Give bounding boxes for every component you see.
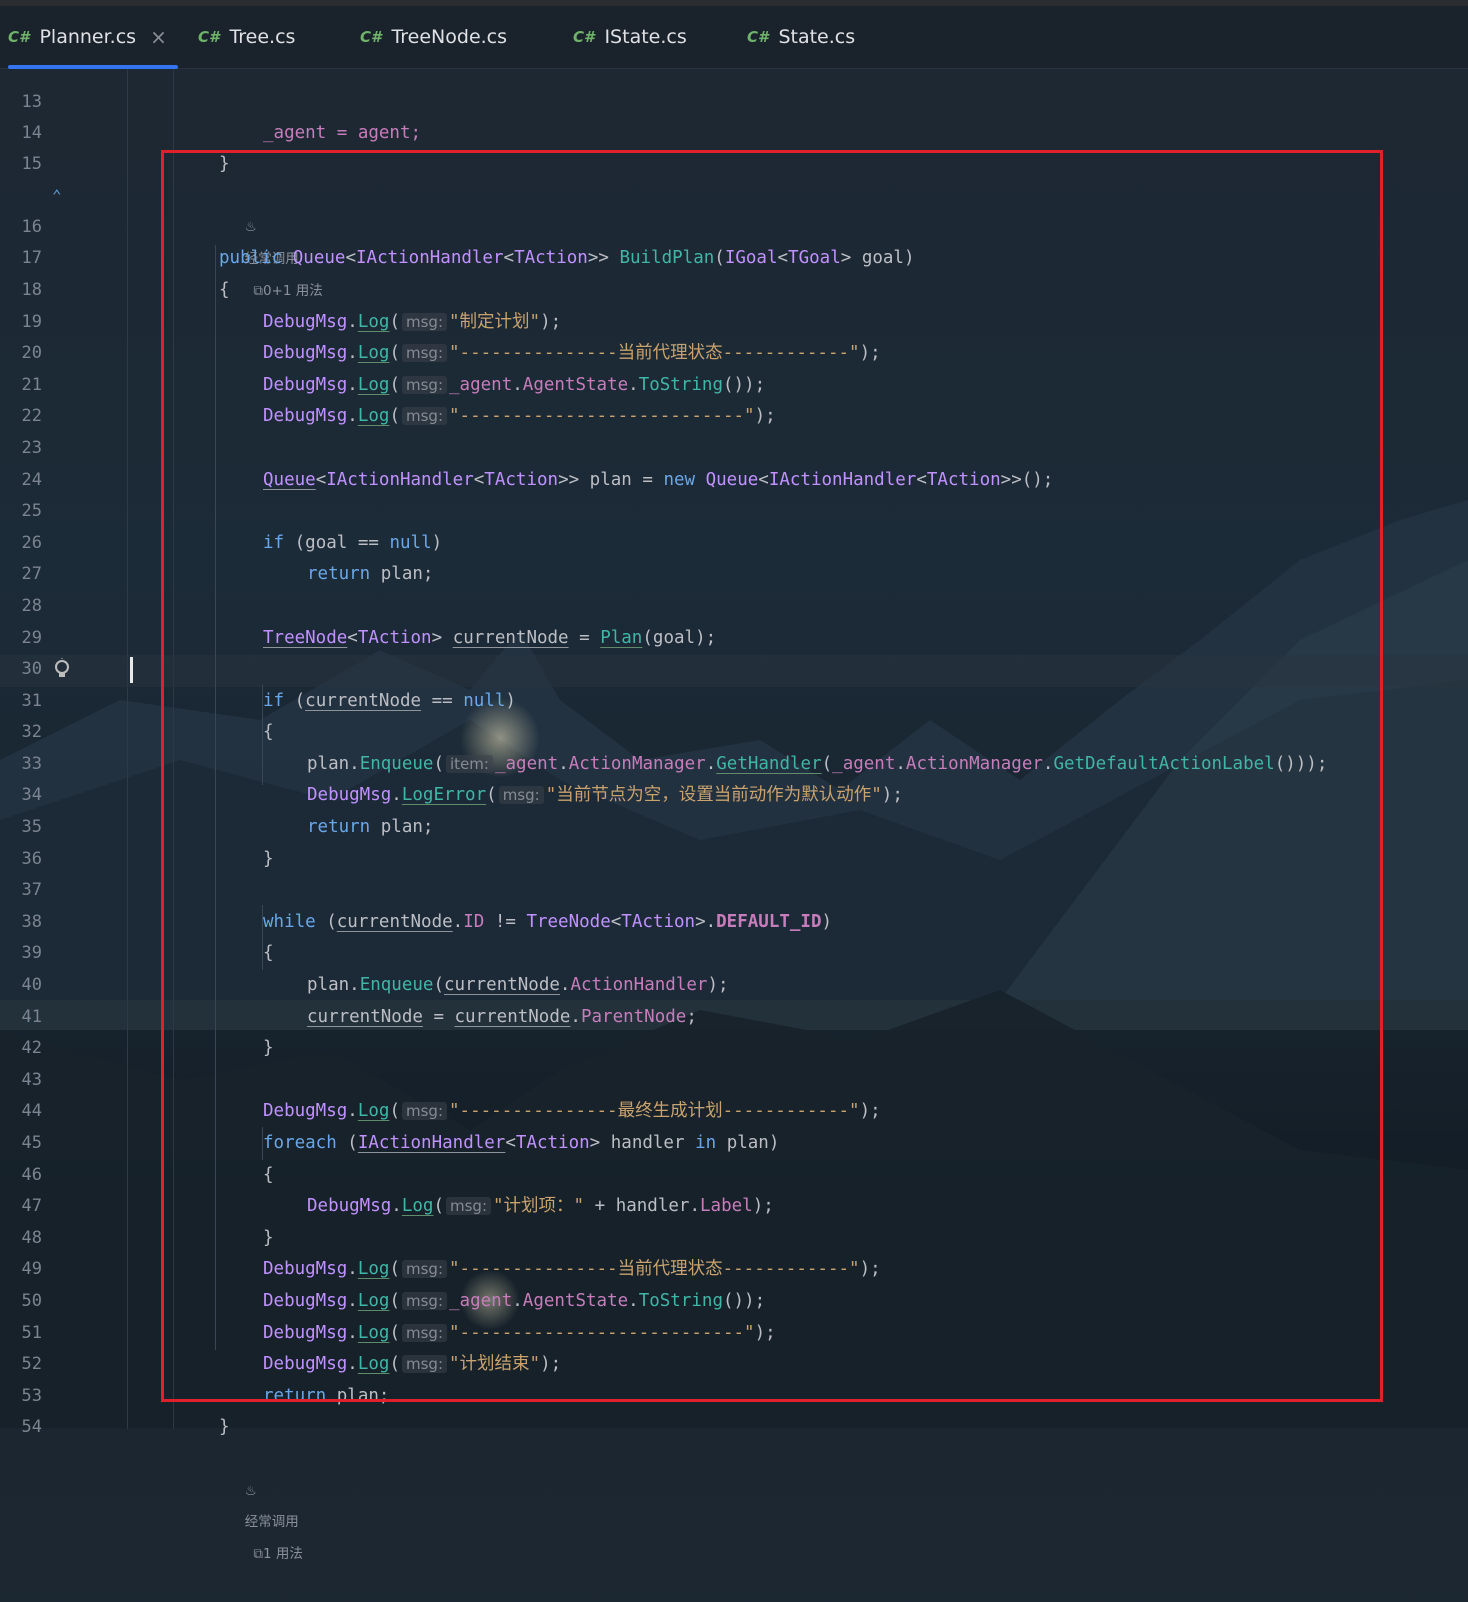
code-line: 23 Queue<IActionHandler<TAction>> plan =… bbox=[0, 401, 1468, 490]
code-line: 47 } bbox=[0, 1160, 1468, 1248]
csharp-file-icon: C# bbox=[198, 28, 220, 46]
code-vision-hint: ♨ 经常调用 ⧉0+1 用法 bbox=[0, 149, 1468, 298]
code-line: 31 { bbox=[0, 654, 1468, 743]
code-line: 33 DebugMsg.LogError(msg: "当前节点为空，设置当前动作为… bbox=[0, 717, 1468, 806]
code-line: 36 bbox=[0, 812, 1468, 869]
code-line: 52 return plan; bbox=[0, 1318, 1468, 1406]
code-line: 46 DebugMsg.Log(msg: "计划项：" + handler.Lab… bbox=[0, 1128, 1468, 1217]
code-line: 15 bbox=[0, 118, 1468, 174]
usages-icon: ⧉ bbox=[253, 1545, 263, 1562]
code-line: 25 if (goal == null) bbox=[0, 465, 1468, 553]
code-line: 17 { bbox=[0, 212, 1468, 300]
code-line: 54 bbox=[0, 1381, 1468, 1437]
code-line: 21 DebugMsg.Log(msg: "-------------------… bbox=[0, 338, 1468, 427]
tab-label: Planner.cs bbox=[39, 26, 137, 48]
code-line: 18 DebugMsg.Log(msg: "制定计划"); bbox=[0, 243, 1468, 332]
code-line: 40 currentNode = currentNode.ParentNode; bbox=[0, 938, 1468, 1027]
code-line: 29 bbox=[0, 591, 1468, 648]
code-line: 35 } bbox=[0, 780, 1468, 869]
code-line: 43 DebugMsg.Log(msg: "---------------最终生成… bbox=[0, 1033, 1468, 1122]
code-line: 19 DebugMsg.Log(msg: "---------------当前代理… bbox=[0, 275, 1468, 364]
code-line: 32 plan.Enqueue(item: _agent.ActionManage… bbox=[0, 686, 1468, 774]
csharp-file-icon: C# bbox=[360, 28, 382, 46]
csharp-file-icon: C# bbox=[747, 28, 769, 46]
code-line: 16 public Queue<IActionHandler<TAction>>… bbox=[0, 180, 1468, 269]
code-line: 20 DebugMsg.Log(msg: _agent.AgentState.To… bbox=[0, 307, 1468, 395]
code-line: 26 return plan; bbox=[0, 496, 1468, 585]
code-line: 38 { bbox=[0, 875, 1468, 964]
code-line: 22 bbox=[0, 370, 1468, 426]
code-line: 27 bbox=[0, 528, 1468, 584]
code-line: 41 } bbox=[0, 970, 1468, 1059]
tab-label: IState.cs bbox=[604, 26, 687, 48]
code-line: 14 } bbox=[0, 86, 1468, 175]
code-line: 44 foreach (IActionHandler<TAction> hand… bbox=[0, 1065, 1468, 1153]
code-line: 13 _agent = agent; bbox=[0, 55, 1468, 144]
frequent-calls-hint[interactable]: 经常调用 bbox=[245, 1514, 299, 1530]
flame-icon: ♨ bbox=[244, 1482, 257, 1499]
csharp-file-icon: C# bbox=[573, 28, 595, 46]
code-line: 37 while (currentNode.ID != TreeNode<TAc… bbox=[0, 844, 1468, 932]
code-line: 24 bbox=[0, 433, 1468, 490]
usages-hint[interactable]: 1 用法 bbox=[263, 1546, 303, 1562]
code-line: 28 TreeNode<TAction> currentNode = Plan(… bbox=[0, 559, 1468, 648]
code-editor[interactable]: 13 _agent = agent; 14 } 15 ♨ 经常调用 ⧉0+1 用… bbox=[0, 55, 1468, 1562]
tab-label: TreeNode.cs bbox=[391, 26, 508, 48]
code-line: 53 } bbox=[0, 1349, 1468, 1438]
code-line: 50 DebugMsg.Log(msg: "-------------------… bbox=[0, 1254, 1468, 1343]
close-icon[interactable]: × bbox=[150, 25, 167, 49]
code-line: 48 DebugMsg.Log(msg: "---------------当前代理… bbox=[0, 1191, 1468, 1280]
code-line: 51 DebugMsg.Log(msg: "计划结束"); bbox=[0, 1286, 1468, 1375]
code-line: 45 { bbox=[0, 1096, 1468, 1185]
csharp-file-icon: C# bbox=[8, 28, 30, 46]
code-line: 42 bbox=[0, 1002, 1468, 1058]
code-line: 39 plan.Enqueue(currentNode.ActionHandle… bbox=[0, 907, 1468, 995]
tab-label: State.cs bbox=[778, 26, 856, 48]
code-line: 49 DebugMsg.Log(msg: _agent.AgentState.To… bbox=[0, 1223, 1468, 1311]
code-line: 34 return plan; bbox=[0, 749, 1468, 837]
code-line: 30 if (currentNode == null) bbox=[0, 623, 1468, 711]
tab-label: Tree.cs bbox=[229, 26, 296, 48]
